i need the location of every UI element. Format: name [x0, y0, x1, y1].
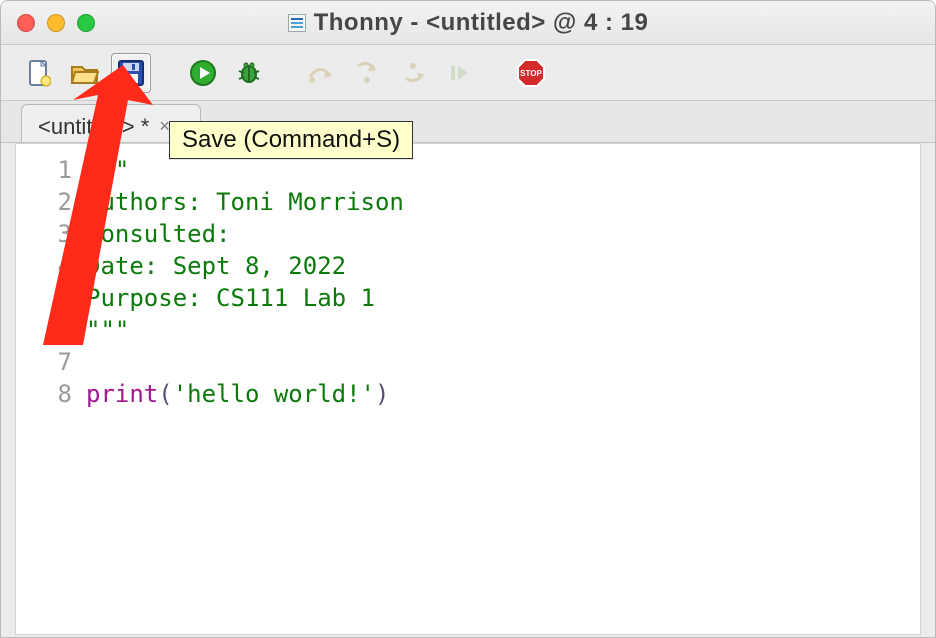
run-button[interactable]	[183, 53, 223, 93]
code-editor[interactable]: 1 2 3 4 5 6 7 8 """ Authors: Toni Morris…	[15, 143, 921, 635]
window-title: Thonny - <untitled> @ 4 : 19	[1, 9, 935, 37]
editor-tab-strip: <untitled> * ×	[1, 101, 935, 143]
line-number-gutter: 1 2 3 4 5 6 7 8	[16, 144, 86, 634]
line-number: 8	[16, 378, 72, 410]
stop-sign-icon: STOP	[516, 58, 546, 88]
folder-open-icon	[70, 61, 100, 85]
line-number: 6	[16, 314, 72, 346]
window-title-text: Thonny - <untitled> @ 4 : 19	[314, 9, 649, 36]
play-icon	[189, 59, 217, 87]
app-window: Thonny - <untitled> @ 4 : 19	[0, 0, 936, 638]
code-token-paren: (	[158, 380, 172, 408]
close-window-button[interactable]	[17, 14, 35, 32]
resume-icon	[447, 61, 471, 85]
app-icon	[288, 14, 306, 32]
code-line: """	[86, 156, 129, 184]
new-file-button[interactable]	[19, 53, 59, 93]
titlebar: Thonny - <untitled> @ 4 : 19	[1, 1, 935, 45]
new-file-icon	[27, 59, 51, 87]
line-number: 2	[16, 186, 72, 218]
debug-button[interactable]	[229, 53, 269, 93]
step-over-icon	[306, 61, 336, 85]
code-line: Consulted:	[86, 220, 231, 248]
bug-icon	[235, 59, 263, 87]
line-number: 7	[16, 346, 72, 378]
step-out-button[interactable]	[393, 53, 433, 93]
code-token-print: print	[86, 380, 158, 408]
save-tooltip-text: Save (Command+S)	[182, 126, 400, 153]
window-controls	[17, 14, 95, 32]
step-out-icon	[400, 60, 426, 86]
line-number: 3	[16, 218, 72, 250]
minimize-window-button[interactable]	[47, 14, 65, 32]
save-button[interactable]	[111, 53, 151, 93]
step-into-button[interactable]	[347, 53, 387, 93]
step-into-icon	[354, 60, 380, 86]
svg-text:STOP: STOP	[520, 69, 542, 78]
resume-button[interactable]	[439, 53, 479, 93]
code-line: """	[86, 316, 129, 344]
code-line: Purpose: CS111 Lab 1	[86, 284, 375, 312]
floppy-disk-icon	[117, 59, 145, 87]
code-line: Date: Sept 8, 2022	[86, 252, 346, 280]
open-file-button[interactable]	[65, 53, 105, 93]
code-token-paren: )	[375, 380, 389, 408]
line-number: 5	[16, 282, 72, 314]
line-number: 4	[16, 250, 72, 282]
save-tooltip: Save (Command+S)	[169, 121, 413, 159]
code-token-string: 'hello world!'	[173, 380, 375, 408]
code-line: Authors: Toni Morrison	[86, 188, 404, 216]
zoom-window-button[interactable]	[77, 14, 95, 32]
line-number: 1	[16, 154, 72, 186]
step-over-button[interactable]	[301, 53, 341, 93]
code-area[interactable]: """ Authors: Toni Morrison Consulted: Da…	[86, 144, 404, 634]
stop-button[interactable]: STOP	[511, 53, 551, 93]
editor-tab-label: <untitled> *	[38, 114, 149, 140]
toolbar: STOP	[1, 45, 935, 101]
